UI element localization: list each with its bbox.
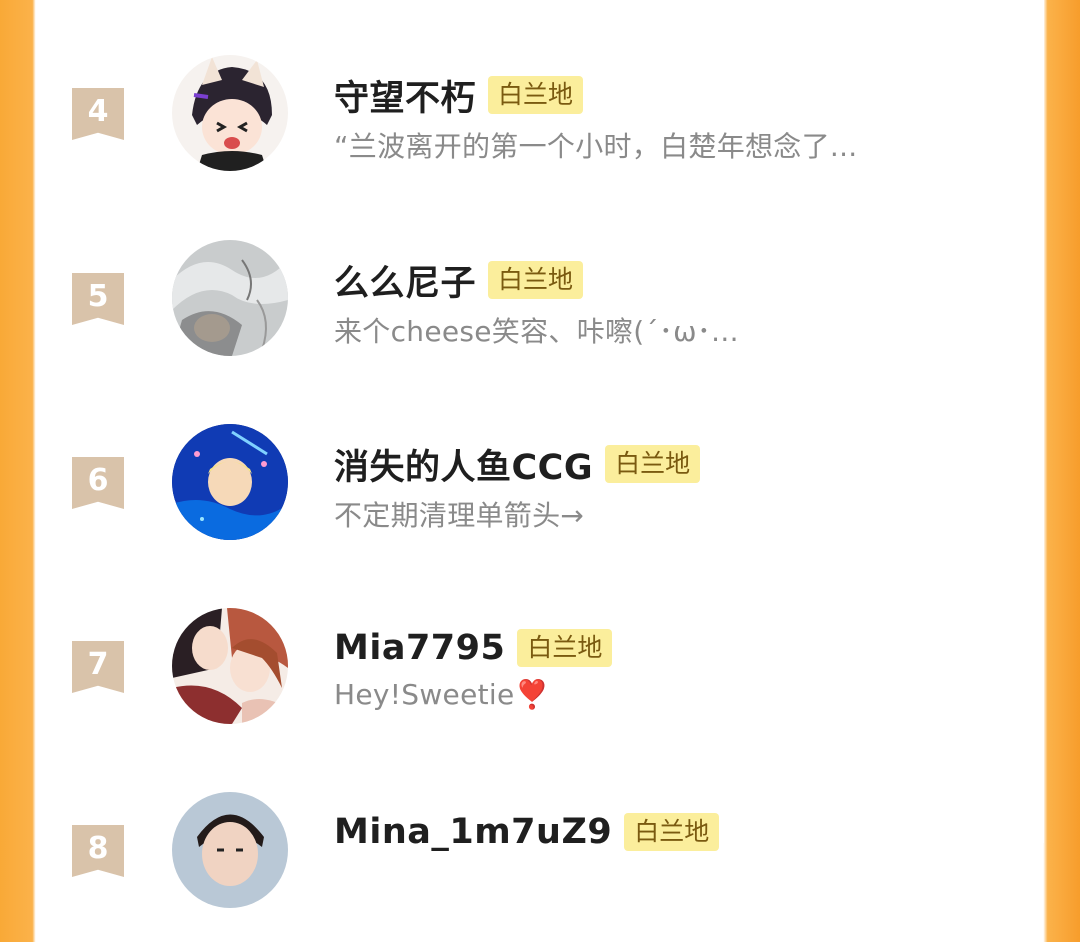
boy-portrait-avatar-icon [172, 792, 288, 908]
list-item[interactable]: 7 Mia7795 白兰地 Hey!Sweetie❣️ [36, 608, 1044, 758]
ranking-card: 4 守望不朽 白兰地 “兰波离开的第一个小时，白楚年想念了... 5 么么尼子 … [36, 0, 1044, 908]
avatar[interactable] [172, 424, 288, 540]
avatar[interactable] [172, 792, 288, 908]
rank-badge: 6 [72, 457, 124, 509]
avatar[interactable] [172, 608, 288, 724]
name-line: Mia7795 白兰地 [334, 624, 613, 672]
grey-sketch-avatar-icon [172, 240, 288, 356]
list-item[interactable]: 6 消失的人鱼CCG 白兰地 不定期清理单箭头→ [36, 424, 1044, 574]
list-item[interactable]: 5 么么尼子 白兰地 来个cheese笑容、咔嚓(´･ω･... [36, 240, 1044, 390]
name-line: 消失的人鱼CCG 白兰地 [334, 439, 701, 490]
level-tag: 白兰地 [488, 76, 584, 114]
level-tag: 白兰地 [517, 629, 613, 667]
blue-mermaid-avatar-icon [172, 424, 288, 540]
name-line: Mina_1m7uZ9 白兰地 [334, 808, 720, 856]
user-name[interactable]: Mina_1m7uZ9 [334, 812, 612, 852]
level-tag: 白兰地 [488, 261, 584, 299]
level-tag: 白兰地 [624, 813, 720, 851]
name-line: 么么尼子 白兰地 [334, 255, 584, 306]
rank-badge: 5 [72, 273, 124, 325]
rank-badge: 4 [72, 88, 124, 140]
list-item[interactable]: 4 守望不朽 白兰地 “兰波离开的第一个小时，白楚年想念了... [36, 55, 1044, 205]
user-bio: Hey!Sweetie❣️ [334, 678, 550, 711]
user-name[interactable]: 守望不朽 [334, 70, 476, 121]
name-line: 守望不朽 白兰地 [334, 70, 584, 121]
avatar[interactable] [172, 55, 288, 171]
list-item[interactable]: 8 Mina_1m7uZ9 白兰地 [36, 792, 1044, 942]
level-tag: 白兰地 [605, 445, 701, 483]
avatar[interactable] [172, 240, 288, 356]
rank-badge: 7 [72, 641, 124, 693]
heart-emoji-icon: ❣️ [514, 678, 550, 711]
anime-couple-avatar-icon [172, 608, 288, 724]
user-bio: 来个cheese笑容、咔嚓(´･ω･... [334, 315, 739, 348]
user-name[interactable]: 消失的人鱼CCG [334, 439, 593, 490]
rank-badge: 8 [72, 825, 124, 877]
anime-boy-cat-ears-avatar-icon [172, 55, 288, 171]
user-bio: 不定期清理单箭头→ [334, 499, 585, 532]
bio-text: Hey!Sweetie [334, 678, 515, 711]
user-name[interactable]: Mia7795 [334, 628, 505, 668]
user-name[interactable]: 么么尼子 [334, 255, 476, 306]
user-bio: “兰波离开的第一个小时，白楚年想念了... [334, 130, 858, 163]
